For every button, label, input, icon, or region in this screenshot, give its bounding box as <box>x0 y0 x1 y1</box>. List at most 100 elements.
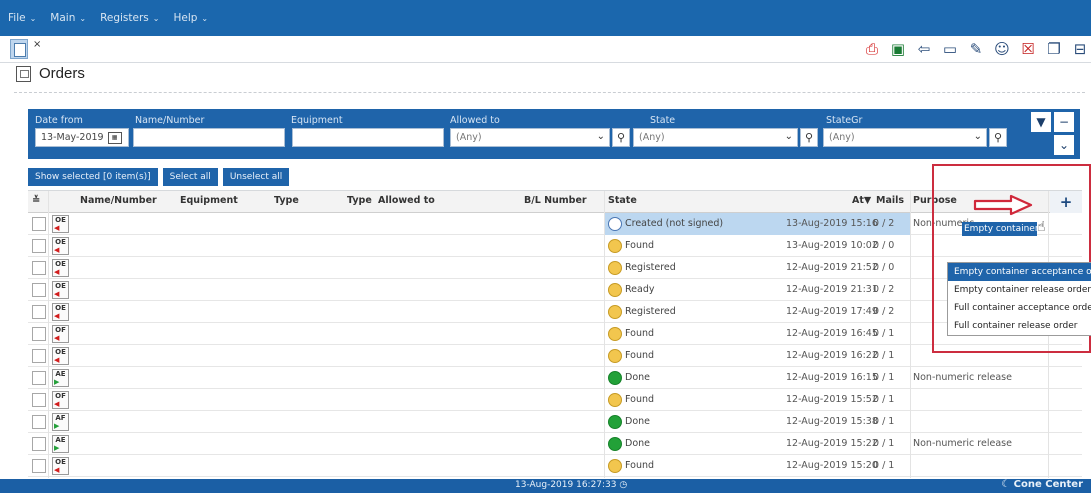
menu-item-full-acceptance[interactable]: Full container acceptance order <box>948 299 1091 317</box>
order-code: OE <box>55 282 66 290</box>
users-icon[interactable]: ☺ <box>991 39 1013 59</box>
mails-cell: 0 / 2 <box>873 306 895 317</box>
col-mails[interactable]: Mails <box>876 195 904 206</box>
stategr-select[interactable]: (Any) ⌄ <box>823 128 987 147</box>
table-row[interactable]: OE ◀ Registered 12-Aug-2019 21:52 0 / 0 <box>28 257 1082 279</box>
selection-buttons: Show selected [0 item(s)] Select all Uns… <box>28 168 290 186</box>
direction-arrow-icon: ◀ <box>54 334 60 342</box>
select-all-button[interactable]: Select all <box>162 168 218 186</box>
expand-down-icon[interactable]: ⌄ <box>1054 135 1074 155</box>
collapse-all-icon[interactable]: ≚ <box>32 195 40 206</box>
menu-registers[interactable]: Registers ⌄ <box>100 12 159 24</box>
orders-tab-icon[interactable] <box>10 39 28 59</box>
equipment-input[interactable] <box>292 128 444 147</box>
table-row[interactable]: AF ▶ Done 12-Aug-2019 15:38 0 / 1 <box>28 411 1082 433</box>
row-checkbox[interactable] <box>32 283 46 297</box>
chevron-down-icon: ⌄ <box>596 131 605 142</box>
direction-arrow-icon: ◀ <box>54 356 60 364</box>
back-icon[interactable]: ⇦ <box>913 39 935 59</box>
pin-icon[interactable]: ✎ <box>965 39 987 59</box>
calendar-icon[interactable]: ▦ <box>107 131 122 144</box>
state-indicator-icon <box>608 459 622 473</box>
row-checkbox[interactable] <box>32 415 46 429</box>
direction-arrow-icon: ▶ <box>54 422 60 430</box>
date-from-input[interactable]: 13-May-2019 ▦ <box>35 128 129 147</box>
delete-doc-icon[interactable]: ☒ <box>1017 39 1039 59</box>
at-cell: 12-Aug-2019 16:45 <box>786 328 878 339</box>
col-equipment[interactable]: Equipment <box>180 195 238 206</box>
col-allowed-to[interactable]: Allowed to <box>378 195 435 206</box>
col-type-1[interactable]: Type <box>274 195 299 206</box>
row-checkbox[interactable] <box>32 217 46 231</box>
name-number-input[interactable] <box>133 128 285 147</box>
at-cell: 12-Aug-2019 15:52 <box>786 394 878 405</box>
row-checkbox[interactable] <box>32 327 46 341</box>
order-code: OE <box>55 260 66 268</box>
menu-item-empty-release[interactable]: Empty container release order <box>948 281 1091 299</box>
row-checkbox[interactable] <box>32 371 46 385</box>
row-checkbox[interactable] <box>32 305 46 319</box>
brand-logo: ☾ Cone Center <box>1001 479 1083 490</box>
table-row[interactable]: AE ▶ Done 12-Aug-2019 16:15 0 / 1 Non-numeric… <box>28 367 1082 389</box>
state-indicator-icon <box>608 415 622 429</box>
table-row[interactable]: OE ◀ Ready 12-Aug-2019 21:31 0 / 2 <box>28 279 1082 301</box>
table-row[interactable]: AE ▶ Done 12-Aug-2019 15:22 0 / 1 Non-numeric… <box>28 433 1082 455</box>
name-number-label: Name/Number <box>135 115 205 126</box>
menu-item-empty-acceptance[interactable]: Empty container acceptance order <box>948 263 1091 281</box>
state-indicator-icon <box>608 327 622 341</box>
allowed-to-search-icon[interactable]: ⚲ <box>612 128 630 147</box>
save-icon[interactable]: ▭ <box>939 39 961 59</box>
excel-export-icon[interactable]: ▣ <box>887 39 909 59</box>
allowed-to-select[interactable]: (Any) ⌄ <box>450 128 610 147</box>
order-type-icon: OE ◀ <box>52 303 69 321</box>
row-checkbox[interactable] <box>32 459 46 473</box>
close-tab-icon[interactable]: × <box>33 39 41 50</box>
collapse-icon[interactable]: − <box>1054 112 1074 132</box>
state-cell: Found <box>625 350 655 361</box>
order-type-icon: OE ◀ <box>52 281 69 299</box>
state-select[interactable]: (Any) ⌄ <box>633 128 798 147</box>
table-row[interactable]: OE ◀ Found 12-Aug-2019 15:20 0 / 1 <box>28 455 1082 477</box>
show-selected-button[interactable]: Show selected [0 item(s)] <box>28 168 158 186</box>
at-cell: 12-Aug-2019 21:52 <box>786 262 878 273</box>
order-type-icon: OF ◀ <box>52 391 69 409</box>
col-type-2[interactable]: Type <box>347 195 372 206</box>
menu-help[interactable]: Help ⌄ <box>173 12 208 24</box>
pdf-export-icon[interactable]: ⎙ <box>861 39 883 59</box>
order-type-icon: OE ◀ <box>52 347 69 365</box>
mails-cell: 0 / 1 <box>873 416 895 427</box>
state-search-icon[interactable]: ⚲ <box>800 128 818 147</box>
chevron-down-icon: ⌄ <box>152 13 160 23</box>
menu-main[interactable]: Main ⌄ <box>50 12 86 24</box>
col-bl-number[interactable]: B/L Number <box>524 195 587 206</box>
order-code: OE <box>55 348 66 356</box>
row-checkbox[interactable] <box>32 261 46 275</box>
order-code: OE <box>55 216 66 224</box>
col-name-number[interactable]: Name/Number <box>80 195 157 206</box>
state-indicator-icon <box>608 305 622 319</box>
direction-arrow-icon: ◀ <box>54 268 60 276</box>
table-row[interactable]: OE ◀ Created (not signed) 13-Aug-2019 15:16… <box>28 213 1082 235</box>
at-cell: 12-Aug-2019 21:31 <box>786 284 878 295</box>
row-checkbox[interactable] <box>32 349 46 363</box>
copy-doc-icon[interactable]: ❐ <box>1043 39 1065 59</box>
state-indicator-icon <box>608 371 622 385</box>
hand-cursor-icon: ☝ <box>1037 219 1046 235</box>
minus-window-icon[interactable]: ⊟ <box>1069 39 1091 59</box>
col-state[interactable]: State <box>608 195 637 206</box>
table-row[interactable]: OF ◀ Found 12-Aug-2019 16:45 0 / 1 <box>28 323 1082 345</box>
table-row[interactable]: OE ◀ Found 13-Aug-2019 10:02 0 / 0 <box>28 235 1082 257</box>
row-checkbox[interactable] <box>32 437 46 451</box>
table-row[interactable]: OF ◀ Found 12-Aug-2019 15:52 0 / 1 <box>28 389 1082 411</box>
filter-icon[interactable]: ▼ <box>1031 112 1051 132</box>
row-checkbox[interactable] <box>32 239 46 253</box>
chevron-down-icon: ⌄ <box>29 13 37 23</box>
menu-item-full-release[interactable]: Full container release order <box>948 317 1091 335</box>
row-checkbox[interactable] <box>32 393 46 407</box>
table-row[interactable]: OE ◀ Found 12-Aug-2019 16:22 0 / 1 <box>28 345 1082 367</box>
col-at[interactable]: At▼ <box>852 195 871 206</box>
stategr-search-icon[interactable]: ⚲ <box>989 128 1007 147</box>
table-row[interactable]: OE ◀ Registered 12-Aug-2019 17:49 0 / 2 <box>28 301 1082 323</box>
unselect-all-button[interactable]: Unselect all <box>222 168 290 186</box>
menu-file[interactable]: File ⌄ <box>8 12 36 24</box>
